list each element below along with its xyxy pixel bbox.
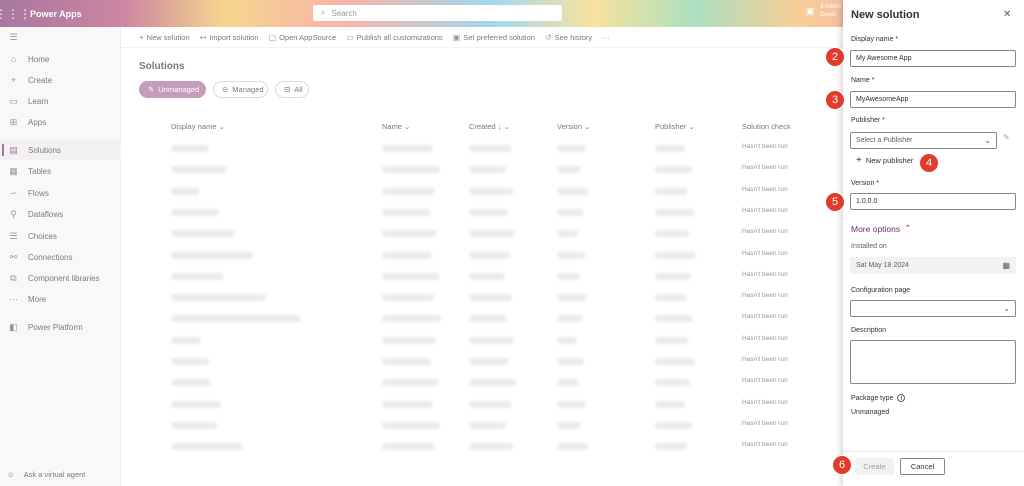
publisher-placeholder: Select a Publisher bbox=[856, 137, 913, 144]
more-options-label: More options bbox=[851, 223, 901, 234]
package-type-value: Unmanaged bbox=[851, 409, 890, 416]
info-icon[interactable]: i bbox=[897, 394, 906, 402]
new-publisher-label: New publisher bbox=[865, 156, 914, 165]
chevron-down-icon: ⌄ bbox=[1003, 304, 1010, 313]
panel-title: New solution bbox=[851, 9, 920, 21]
installed-on-input: Sat May 18 2024 ▦ bbox=[850, 257, 1016, 274]
publisher-select[interactable]: Select a Publisher ⌄ bbox=[850, 132, 997, 149]
overlay-dimmer[interactable] bbox=[0, 0, 843, 486]
installed-on-label: Installed on bbox=[851, 243, 887, 250]
step-badge: 6 bbox=[832, 455, 852, 475]
description-textarea[interactable] bbox=[850, 340, 1016, 384]
package-type-label: Package type bbox=[851, 394, 894, 402]
configuration-page-label: Configuration page bbox=[851, 287, 911, 294]
create-button[interactable]: Create bbox=[855, 458, 894, 475]
step-badge: 3 bbox=[825, 90, 845, 110]
step-badge: 2 bbox=[825, 47, 845, 67]
display-name-label: Display name * bbox=[851, 36, 899, 43]
more-options-toggle[interactable]: More options ⌃ bbox=[851, 223, 911, 234]
name-input[interactable]: MyAwesomeApp bbox=[850, 91, 1016, 108]
new-publisher-button[interactable]: + New publisher bbox=[856, 155, 913, 166]
version-input[interactable]: 1.0.0.0 bbox=[850, 193, 1016, 210]
new-solution-panel: New solution ✕ Display name * My Awesome… bbox=[843, 0, 1024, 486]
publisher-label: Publisher * bbox=[851, 117, 885, 124]
installed-on-value: Sat May 18 2024 bbox=[856, 262, 909, 269]
step-badge: 4 bbox=[919, 153, 939, 173]
name-label: Name * bbox=[851, 77, 875, 84]
chevron-up-icon: ⌃ bbox=[904, 223, 912, 233]
configuration-page-select[interactable]: ⌄ bbox=[850, 300, 1016, 317]
edit-publisher-icon[interactable]: ✎ bbox=[1003, 133, 1010, 142]
package-type-label-row: Package type i bbox=[851, 394, 906, 402]
step-badge: 5 bbox=[825, 192, 845, 212]
chevron-down-icon: ⌄ bbox=[984, 136, 991, 145]
plus-icon: + bbox=[856, 155, 862, 166]
cancel-button[interactable]: Cancel bbox=[900, 458, 945, 475]
close-icon[interactable]: ✕ bbox=[1003, 9, 1011, 20]
version-label: Version * bbox=[851, 180, 880, 187]
display-name-input[interactable]: My Awesome App bbox=[850, 50, 1016, 67]
calendar-icon: ▦ bbox=[1002, 261, 1010, 270]
description-label: Description bbox=[851, 327, 887, 334]
